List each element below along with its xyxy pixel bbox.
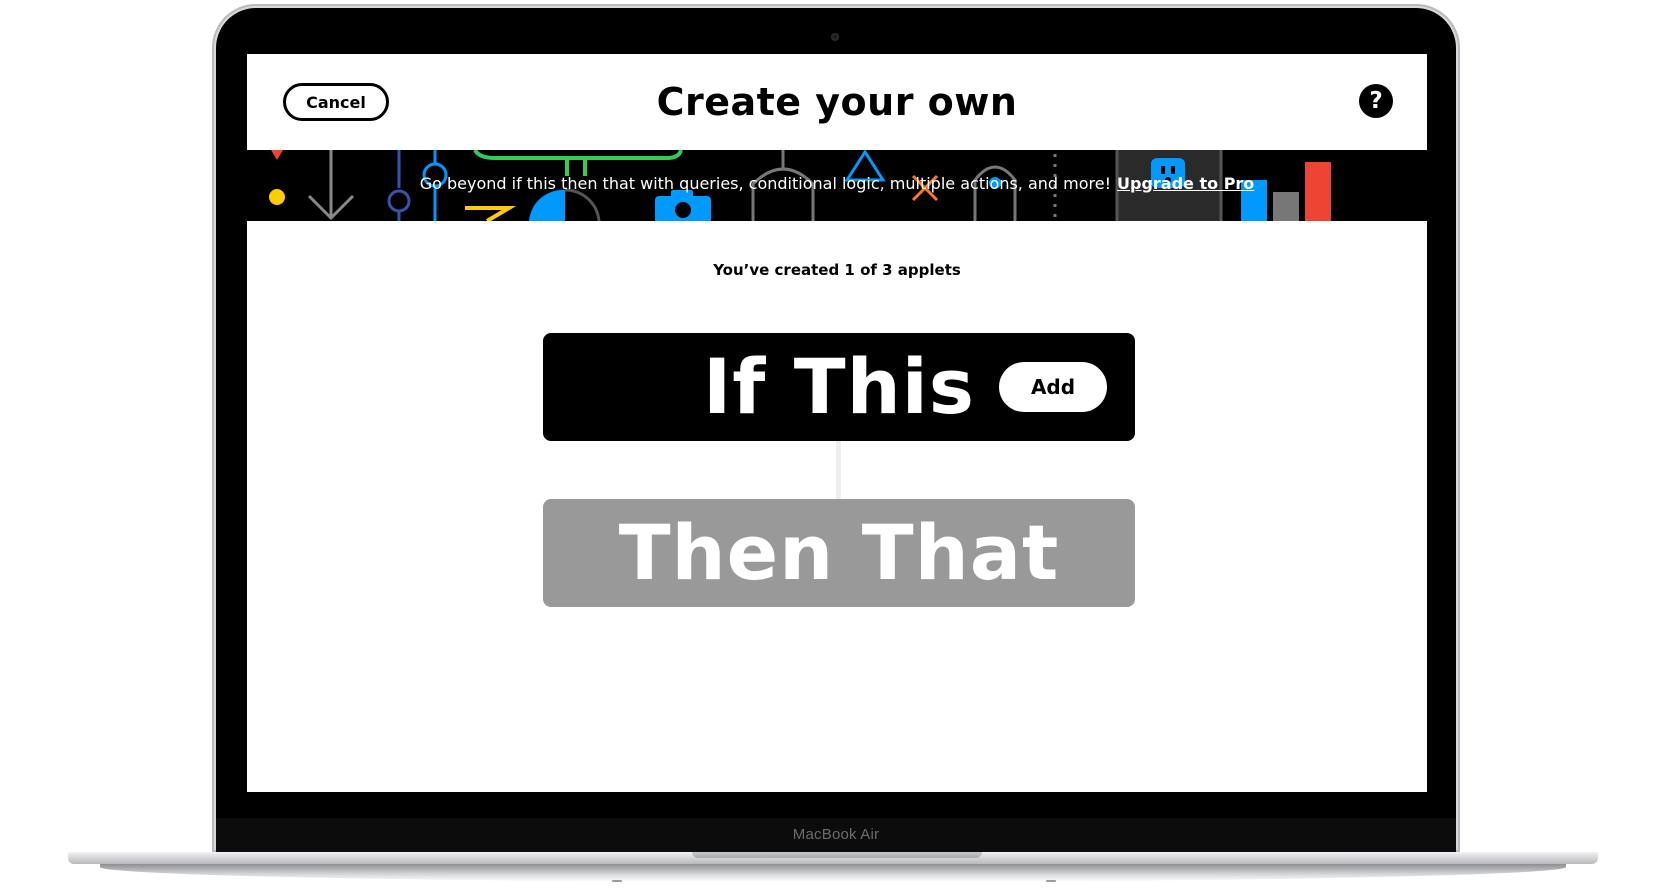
upgrade-to-pro-link[interactable]: Upgrade to Pro: [1117, 174, 1254, 193]
screen: Create your own Cancel ? Go beyond if th…: [247, 54, 1427, 792]
add-trigger-button[interactable]: Add: [999, 362, 1107, 412]
page-title: Create your own: [656, 80, 1018, 124]
upgrade-banner: Go beyond if this then that with queries…: [247, 150, 1427, 221]
action-label: Then That: [618, 508, 1060, 597]
banner-text: Go beyond if this then that with queries…: [247, 150, 1427, 216]
trigger-block[interactable]: If This Add: [543, 333, 1135, 441]
banner-message: Go beyond if this then that with queries…: [419, 173, 1112, 193]
header: Create your own Cancel ?: [247, 54, 1427, 150]
camera-icon: [831, 33, 839, 41]
laptop-foot: [612, 880, 622, 882]
question-icon[interactable]: ?: [1359, 84, 1393, 118]
laptop-base-shadow: [100, 864, 1566, 882]
hinge-notch: [692, 852, 982, 858]
applet-count: You’ve created 1 of 3 applets: [713, 261, 961, 279]
laptop-foot: [1046, 880, 1056, 882]
cancel-button[interactable]: Cancel: [283, 83, 389, 121]
connector-line: [836, 441, 841, 499]
main-content: You’ve created 1 of 3 applets If This Ad…: [247, 221, 1427, 792]
model-label: MacBook Air: [216, 818, 1456, 852]
action-block: Then That: [543, 499, 1135, 607]
